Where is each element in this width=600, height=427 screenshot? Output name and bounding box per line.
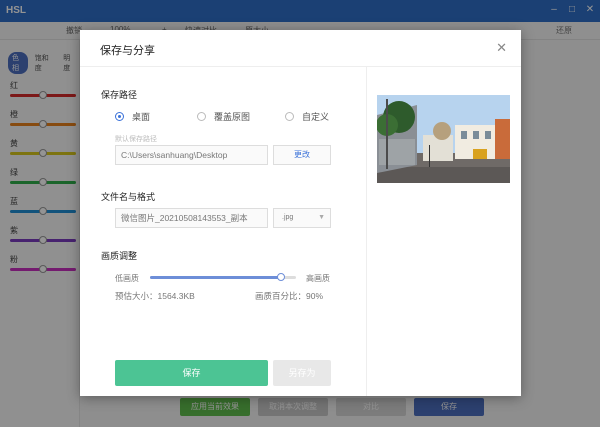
- dialog-divider: [366, 67, 367, 396]
- format-value: .jpg: [282, 214, 294, 221]
- quality-slider-handle[interactable]: [277, 273, 286, 281]
- radio-custom[interactable]: 自定义: [285, 110, 329, 123]
- change-path-button[interactable]: 更改: [273, 145, 331, 165]
- chevron-down-icon: ▼: [318, 214, 325, 221]
- save-button[interactable]: 保存: [115, 360, 268, 386]
- save-as-button[interactable]: 另存为: [273, 360, 331, 386]
- radio-overwrite[interactable]: 覆盖原图: [197, 110, 250, 123]
- save-path-heading: 保存路径: [101, 90, 138, 100]
- radio-desktop[interactable]: 桌面: [115, 110, 150, 123]
- quality-heading: 画质调整: [101, 251, 138, 261]
- quality-slider-fill: [150, 276, 282, 279]
- save-path-options: 桌面 覆盖原图 自定义: [115, 110, 360, 124]
- radio-desktop-label: 桌面: [132, 112, 151, 122]
- radio-custom-label: 自定义: [302, 112, 330, 122]
- default-path-hint: 默认保存路径: [115, 136, 157, 143]
- high-quality-label: 高画质: [306, 274, 330, 283]
- save-path-field[interactable]: C:\Users\sanhuang\Desktop: [115, 145, 268, 165]
- estimated-size: 预估大小：1564.3KB: [115, 291, 195, 301]
- quality-slider[interactable]: [150, 273, 296, 281]
- file-heading: 文件名与格式: [101, 192, 156, 202]
- low-quality-label: 低画质: [115, 274, 139, 283]
- filename-input[interactable]: 微信图片_20210508143553_副本: [115, 208, 268, 228]
- save-share-dialog: 保存与分享 ✕ 保存路径 桌面 覆盖原图 自定义 默认保存路径 C:\Users…: [80, 30, 521, 396]
- radio-overwrite-label: 覆盖原图: [214, 112, 251, 122]
- dialog-header: 保存与分享 ✕: [80, 30, 521, 67]
- street-photo: [377, 95, 510, 183]
- quality-percent: 画质百分比：90%: [255, 291, 324, 301]
- radio-dot[interactable]: [115, 112, 124, 121]
- format-select[interactable]: .jpg ▼: [273, 208, 331, 228]
- radio-dot[interactable]: [197, 112, 206, 121]
- preview-image: [377, 95, 510, 183]
- radio-dot[interactable]: [285, 112, 294, 121]
- dialog-title: 保存与分享: [100, 45, 155, 57]
- close-icon[interactable]: ✕: [496, 41, 507, 54]
